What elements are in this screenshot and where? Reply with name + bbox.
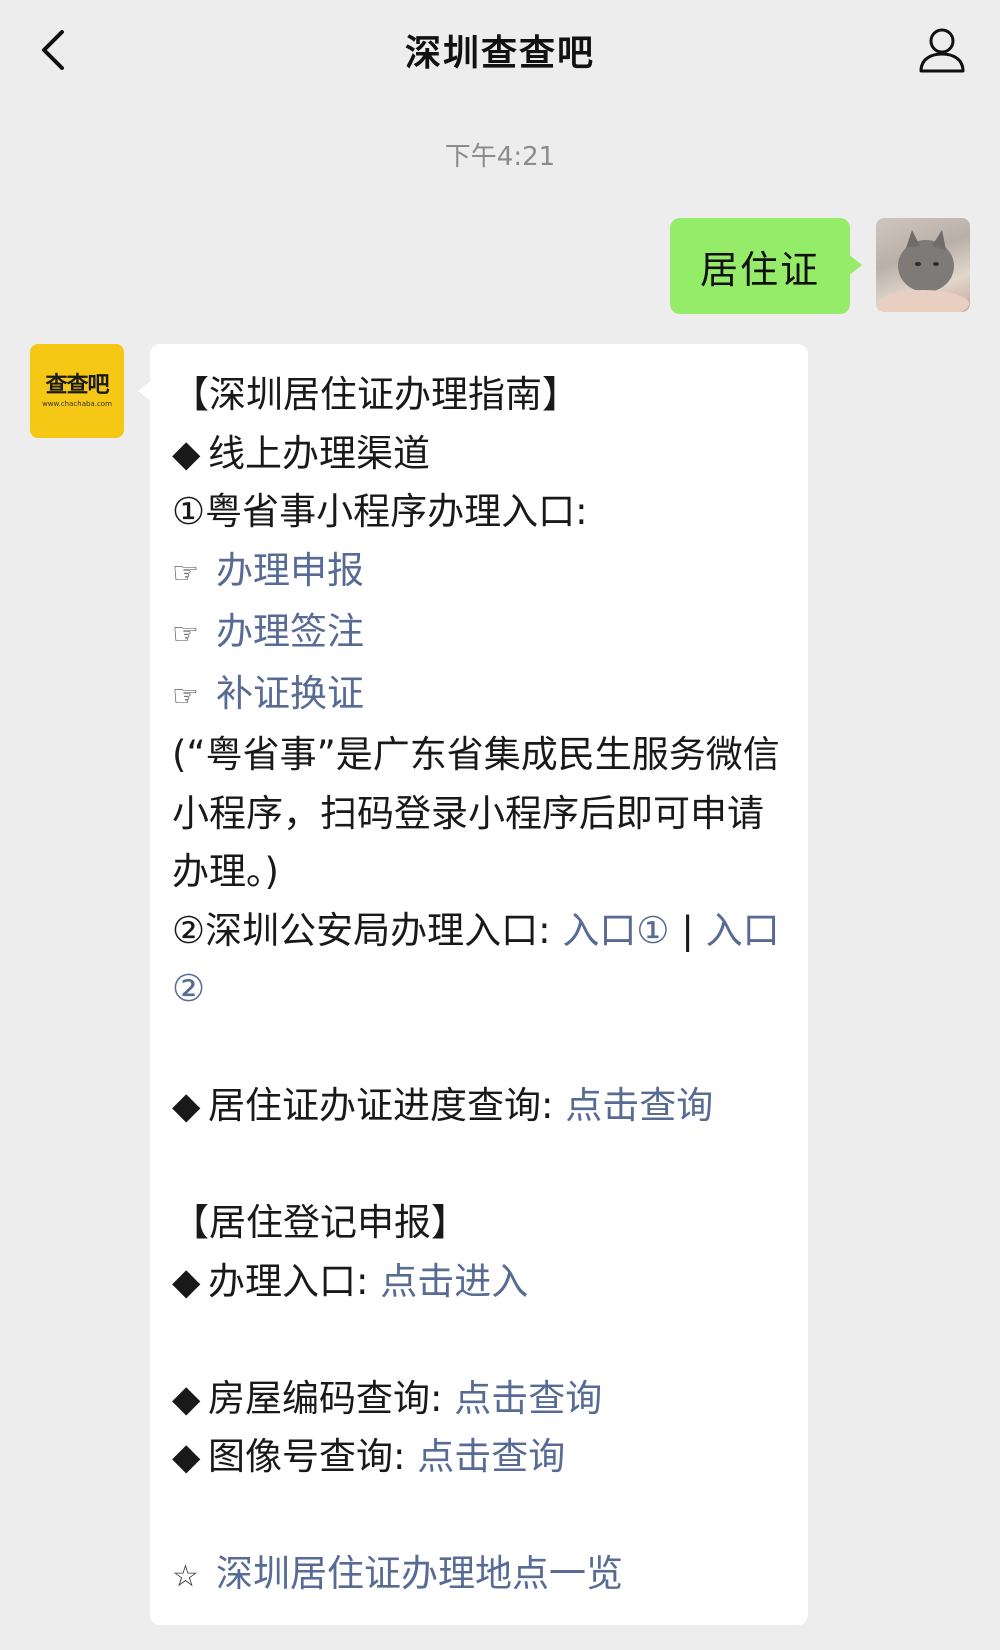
online-channel-line: ◆ 线上办理渠道 (172, 425, 780, 484)
entry-link-1[interactable]: 入口① (562, 909, 669, 952)
diamond-bullet-icon: ◆ (172, 1435, 201, 1478)
link-line: ☞ 办理签注 (172, 603, 780, 665)
sent-message-bubble[interactable]: 居住证 (669, 218, 863, 314)
diamond-bullet-icon: ◆ (172, 1376, 201, 1420)
entry2-line: ②深圳公安局办理入口: 入口① | 入口② (172, 908, 780, 1011)
received-message-row: 查查吧 www.chachaba.com 【深圳居住证办理指南】 ◆ 线上办理渠道… (30, 344, 808, 1625)
house-code-query-link[interactable]: 点击查询 (454, 1377, 602, 1420)
sent-message-row: 居住证 (669, 218, 970, 314)
places-list-link[interactable]: 深圳居住证办理地点一览 (216, 1552, 623, 1595)
places-line: ☆ 深圳居住证办理地点一览 (172, 1545, 780, 1607)
received-message-bubble: 【深圳居住证办理指南】 ◆ 线上办理渠道 ①粤省事小程序办理入口: ☞ 办理申报 ☞… (138, 344, 808, 1625)
house-code-line: ◆ 房屋编码查询: 点击查询 (172, 1370, 780, 1429)
link-apply[interactable]: 办理申报 (216, 549, 364, 592)
profile-button[interactable] (914, 22, 970, 78)
chevron-left-icon (42, 30, 64, 70)
diamond-bullet-icon: ◆ (172, 1084, 201, 1127)
yueshengshi-note: (“粤省事”是广东省集成民生服务微信小程序，扫码登录小程序后即可申请办理。) (172, 733, 780, 893)
diamond-bullet-icon: ◆ (172, 431, 201, 475)
registration-heading: 【居住登记申报】 (172, 1201, 468, 1244)
back-button[interactable] (28, 22, 78, 78)
progress-query-link[interactable]: 点击查询 (565, 1084, 713, 1127)
chat-title: 深圳查查吧 (404, 33, 595, 74)
image-number-query-link[interactable]: 点击查询 (417, 1435, 565, 1478)
registration-entry-line: ◆ 办理入口: 点击进入 (172, 1253, 780, 1312)
chat-screen: 深圳查查吧 下午4:21 居住证 查查吧 www.chachaba.com 【深… (0, 0, 1000, 1650)
header-bar: 深圳查查吧 (0, 0, 1000, 100)
entry1-line: ①粤省事小程序办理入口: (172, 490, 588, 533)
star-icon: ☆ (172, 1559, 199, 1594)
pointing-hand-icon: ☞ (172, 678, 199, 714)
link-endorse[interactable]: 办理签注 (216, 610, 364, 653)
separator: | (669, 908, 706, 952)
user-avatar[interactable] (876, 218, 970, 312)
progress-line: ◆ 居住证办证进度查询: 点击查询 (172, 1077, 780, 1136)
pointing-hand-icon: ☞ (172, 555, 199, 591)
logo-text: 查查吧 (45, 373, 109, 398)
link-line: ☞ 办理申报 (172, 542, 780, 604)
link-replace[interactable]: 补证换证 (216, 672, 364, 715)
logo-url: www.chachaba.com (42, 400, 112, 408)
registration-enter-link[interactable]: 点击进入 (380, 1260, 528, 1303)
person-icon (919, 28, 965, 73)
link-line: ☞ 补证换证 (172, 665, 780, 727)
official-account-avatar[interactable]: 查查吧 www.chachaba.com (30, 344, 124, 438)
guide-heading: 【深圳居住证办理指南】 (172, 373, 579, 416)
image-number-line: ◆ 图像号查询: 点击查询 (172, 1428, 780, 1487)
cat-photo (877, 230, 969, 312)
message-timestamp: 下午4:21 (444, 142, 556, 172)
diamond-bullet-icon: ◆ (172, 1259, 201, 1303)
pointing-hand-icon: ☞ (172, 617, 199, 652)
